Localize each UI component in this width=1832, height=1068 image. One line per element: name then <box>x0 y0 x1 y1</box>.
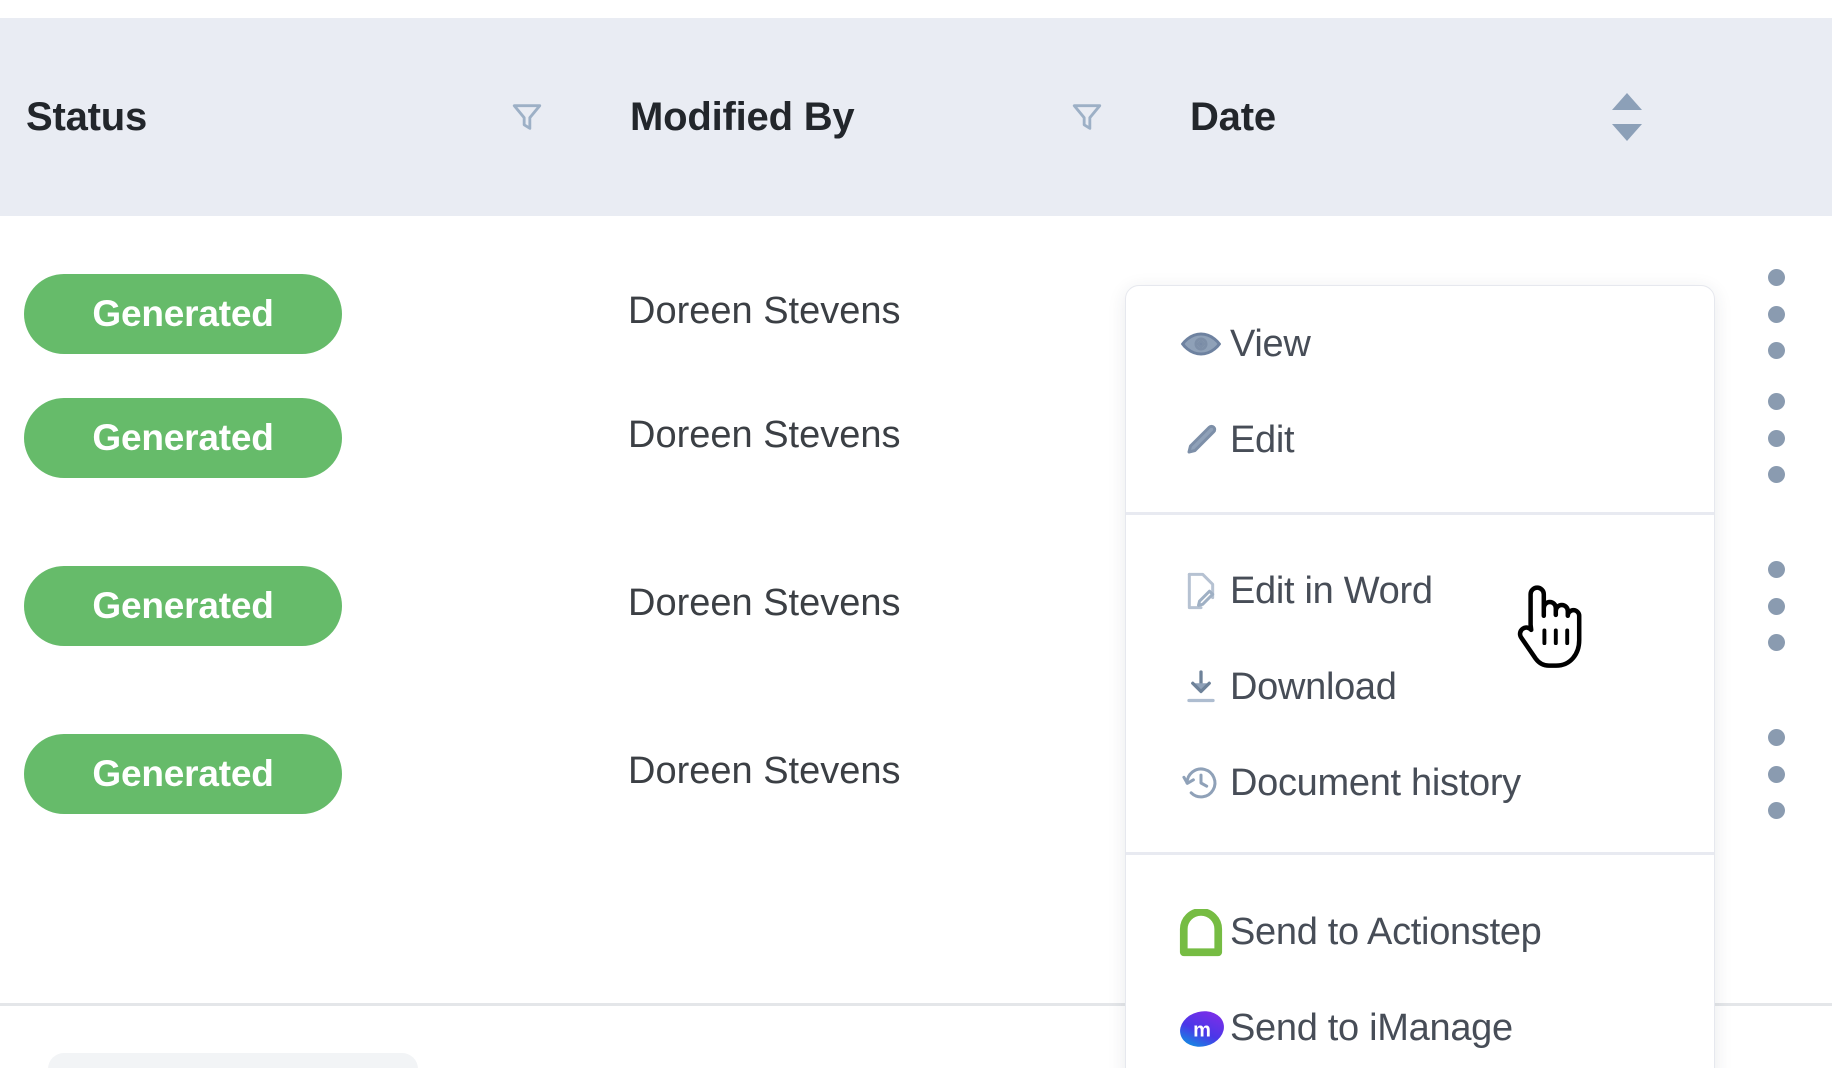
eye-icon <box>1172 330 1230 358</box>
column-header-date[interactable]: Date <box>1190 18 1276 216</box>
status-badge-label: Generated <box>92 753 274 794</box>
menu-item-download[interactable]: Download <box>1126 637 1714 737</box>
menu-item-edit[interactable]: Edit <box>1126 390 1714 490</box>
kebab-dot-icon <box>1767 429 1785 447</box>
cell-modified-by: Doreen Stevens <box>628 750 901 792</box>
kebab-dot-icon <box>1767 765 1785 783</box>
kebab-dot-icon <box>1767 305 1785 323</box>
status-badge[interactable]: Generated <box>24 274 342 354</box>
column-header-status[interactable]: Status <box>26 18 147 216</box>
kebab-dot-icon <box>1767 269 1785 286</box>
clock-history-icon <box>1172 764 1230 802</box>
cell-modified-by: Doreen Stevens <box>628 414 901 456</box>
status-badge-label: Generated <box>92 293 274 334</box>
menu-item-edit-in-word-label: Edit in Word <box>1230 569 1433 612</box>
kebab-dot-icon <box>1767 342 1785 359</box>
row-actions-kebab-menu-icon[interactable] <box>1756 269 1796 359</box>
status-badge-label: Generated <box>92 417 274 458</box>
file-edit-icon <box>1172 571 1230 611</box>
actionstep-logo-icon <box>1172 908 1230 957</box>
menu-divider <box>1126 512 1714 515</box>
menu-item-document-history[interactable]: Document history <box>1126 733 1714 833</box>
top-strip <box>0 0 1832 18</box>
column-header-date-label: Date <box>1190 94 1276 139</box>
kebab-dot-icon <box>1767 802 1785 819</box>
row-actions-kebab-menu-icon[interactable] <box>1756 729 1796 819</box>
row-context-menu: View Edit Edit in Word Download Document… <box>1125 285 1715 1068</box>
table-header-row: Status Modified By Date <box>0 18 1832 216</box>
status-badge[interactable]: Generated <box>24 398 342 478</box>
imanage-logo-icon: m <box>1172 1009 1230 1047</box>
menu-item-edit-in-word[interactable]: Edit in Word <box>1126 541 1714 641</box>
row-actions-kebab-menu-icon[interactable] <box>1756 561 1796 651</box>
menu-item-view-label: View <box>1230 322 1311 365</box>
bottom-partial-chip[interactable] <box>48 1053 418 1068</box>
menu-item-send-to-actionstep[interactable]: Send to Actionstep <box>1126 882 1714 982</box>
download-icon <box>1172 669 1230 705</box>
status-badge[interactable]: Generated <box>24 734 342 814</box>
documents-table-screen: Status Modified By Date Generated Doreen… <box>0 0 1832 1068</box>
sort-updown-icon <box>1610 93 1644 141</box>
pencil-icon <box>1172 422 1230 458</box>
filter-funnel-icon-modified-by[interactable] <box>1060 18 1114 216</box>
sort-ascending-arrow-icon <box>1612 93 1642 110</box>
menu-item-send-to-imanage[interactable]: m Send to iManage <box>1126 978 1714 1068</box>
column-header-status-label: Status <box>26 94 148 139</box>
menu-item-edit-label: Edit <box>1230 418 1295 461</box>
menu-item-download-label: Download <box>1230 665 1397 708</box>
filter-funnel-icon <box>1070 99 1104 135</box>
cell-modified-by: Doreen Stevens <box>628 582 901 624</box>
column-header-modified-by[interactable]: Modified By <box>630 18 855 216</box>
row-actions-kebab-menu-icon[interactable] <box>1756 393 1796 483</box>
status-badge[interactable]: Generated <box>24 566 342 646</box>
svg-text:m: m <box>1193 1020 1211 1042</box>
filter-funnel-icon <box>510 99 544 135</box>
kebab-dot-icon <box>1767 466 1785 483</box>
menu-item-document-history-label: Document history <box>1230 761 1521 804</box>
filter-funnel-icon-status[interactable] <box>500 18 554 216</box>
kebab-dot-icon <box>1767 729 1785 746</box>
sort-descending-arrow-icon <box>1612 124 1642 141</box>
kebab-dot-icon <box>1767 634 1785 651</box>
menu-item-send-to-imanage-label: Send to iManage <box>1230 1006 1513 1049</box>
cell-modified-by: Doreen Stevens <box>628 290 901 332</box>
sort-updown-icon-date[interactable] <box>1600 18 1654 216</box>
status-badge-label: Generated <box>92 585 274 626</box>
menu-item-send-to-actionstep-label: Send to Actionstep <box>1230 910 1542 953</box>
kebab-dot-icon <box>1767 597 1785 615</box>
column-header-modified-by-label: Modified By <box>630 94 855 139</box>
menu-divider <box>1126 852 1714 855</box>
kebab-dot-icon <box>1767 561 1785 578</box>
kebab-dot-icon <box>1767 393 1785 410</box>
menu-item-view[interactable]: View <box>1126 294 1714 394</box>
